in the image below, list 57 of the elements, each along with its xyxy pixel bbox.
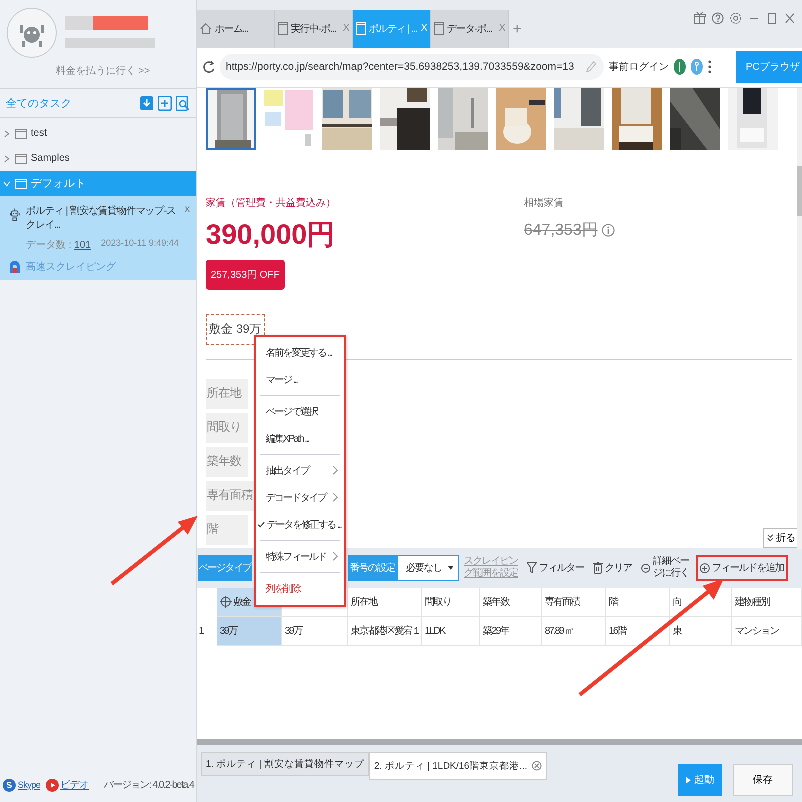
section-title: 全てのタスク — [6, 96, 72, 110]
table-cell: 東京都港区愛宕１ — [348, 617, 422, 646]
field-label: 階 — [206, 514, 248, 545]
save-button[interactable]: 保存 — [733, 764, 793, 796]
column-header[interactable]: 建物種別 — [732, 588, 802, 618]
rent-price: 390,000円 — [206, 218, 336, 252]
field-label: 築年数 — [206, 446, 248, 477]
toolbar-button[interactable]: 詳細ページに行く — [639, 552, 694, 584]
table-cell: 築29年 — [480, 617, 542, 646]
table-cell: 1LDK — [422, 617, 480, 646]
toolbar-button[interactable]: フィルター — [525, 557, 586, 580]
version-text: バージョン: 4.0.2-beta.4 — [104, 779, 194, 792]
table-cell: マンション — [732, 617, 802, 646]
browser-tab[interactable]: データ-ポ... X — [431, 10, 509, 48]
table-cell: 39万 — [282, 617, 348, 646]
toolbar-button[interactable]: フィールドを追加 — [696, 555, 788, 582]
data-count: データ数 : 101 — [26, 239, 92, 252]
toolbar-button[interactable]: クリア — [591, 557, 634, 580]
table-cell: 16階 — [606, 617, 670, 646]
folder-item[interactable]: Samples — [0, 146, 196, 171]
scrape-mode: 高速スクレイピング — [26, 260, 116, 274]
row-number: 1 — [198, 625, 205, 640]
browser-tab[interactable]: 実行中-ポ... X — [275, 10, 353, 48]
column-header[interactable]: 階 — [606, 588, 670, 618]
folder-item[interactable]: test — [0, 121, 196, 146]
menu-item[interactable]: 編集XPath ... — [256, 425, 344, 452]
link[interactable]: Skype — [18, 780, 41, 790]
task-title[interactable]: ポルティ | 割安な賃貸物件マップ-スクレイ... — [26, 204, 179, 232]
column-header[interactable]: 専有面積 — [542, 588, 606, 618]
table-cell: 87.89 ㎡ — [542, 617, 606, 646]
market-price: 647,353円 — [524, 220, 598, 241]
field-label: 所在地 — [206, 378, 248, 409]
column-header[interactable]: 所在地 — [348, 588, 422, 618]
menu-item[interactable]: 抽出タイプ — [256, 457, 344, 484]
page-tab[interactable]: 1. ポルティ | 割安な賃貸物件マップ — [201, 752, 370, 776]
field-label: 専有面積 — [206, 480, 254, 511]
menu-item[interactable]: デコードタイプ — [256, 484, 344, 511]
rent-label: 家賃（管理費・共益費込み） — [206, 196, 337, 210]
table-cell: 東 — [670, 617, 732, 646]
task-date: 2023-10-11 9:49:44 — [101, 238, 179, 250]
prelogin-link[interactable]: 事前ログイン — [609, 60, 669, 74]
page-tab[interactable]: 2. ポルティ | 1LDK/16階東京都港... — [369, 752, 547, 780]
url-field[interactable]: https://porty.co.jp/search/map?center=35.6938253,139.7033559&zoom=13 — [220, 54, 604, 80]
menu-item[interactable]: マージ ... — [256, 366, 344, 393]
discount-badge: 257,353円 OFF — [206, 260, 285, 290]
column-header[interactable]: 間取り — [422, 588, 480, 618]
market-label: 相場家賃 — [524, 196, 565, 210]
column-header[interactable]: 築年数 — [480, 588, 542, 618]
menu-item[interactable]: ページで選択 — [256, 398, 344, 425]
browser-tab[interactable]: ホーム... — [197, 10, 275, 48]
table-cell: 39万 — [217, 617, 282, 646]
collapse-button[interactable]: 折る — [763, 528, 800, 548]
field-label: 間取り — [206, 412, 248, 443]
numbering-select[interactable]: 必要なし — [397, 555, 460, 582]
link[interactable]: ビデオ — [60, 778, 90, 792]
menu-item[interactable]: データを修正する ... — [256, 511, 344, 538]
menu-item[interactable]: 特殊フィールド — [256, 543, 344, 570]
